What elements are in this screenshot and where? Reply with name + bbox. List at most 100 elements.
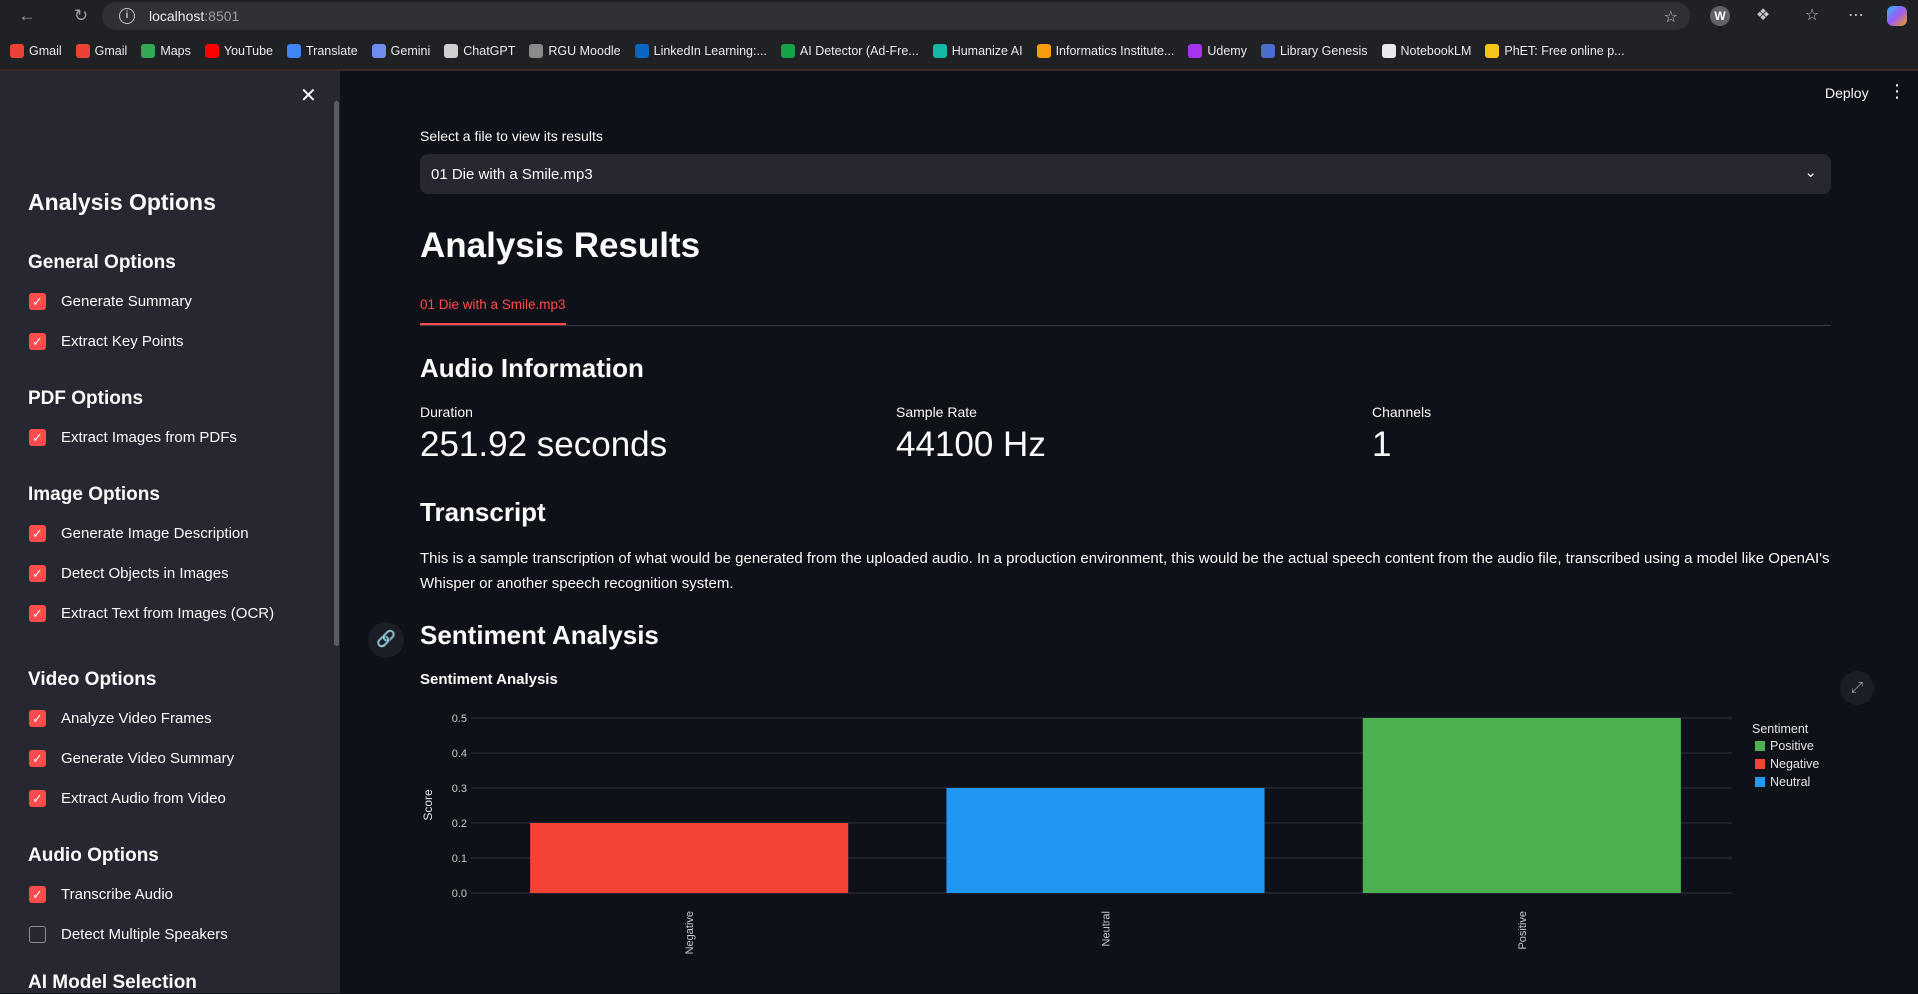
bookmark-favicon-icon — [932, 43, 947, 58]
checkbox-checked-icon[interactable]: ✓ — [29, 605, 46, 622]
bookmark-item[interactable]: Humanize AI — [932, 43, 1023, 58]
back-arrow-icon[interactable]: ← — [10, 0, 44, 32]
extensions-icon[interactable]: ❖ — [1753, 6, 1773, 26]
checkbox-unchecked-icon[interactable] — [29, 926, 46, 943]
bookmark-item[interactable]: Gmail — [75, 43, 127, 58]
bookmark-item[interactable]: Translate — [287, 43, 358, 58]
checkbox-checked-icon[interactable]: ✓ — [29, 886, 46, 903]
sidebar-section-heading: Audio Options — [28, 845, 159, 866]
checkbox-label: Detect Objects in Images — [61, 565, 229, 582]
bookmark-label: Translate — [306, 43, 358, 58]
y-tick-label: 0.3 — [452, 783, 467, 795]
checkbox-label: Transcribe Audio — [61, 886, 174, 903]
bookmark-item[interactable]: Library Genesis — [1260, 43, 1368, 58]
checkbox-checked-icon[interactable]: ✓ — [29, 710, 46, 727]
copilot-icon[interactable] — [1887, 6, 1907, 26]
y-tick-label: 0.4 — [452, 748, 467, 760]
bookmark-label: Informatics Institute... — [1055, 43, 1175, 58]
favorites-icon[interactable]: ☆ — [1802, 6, 1822, 26]
browser-toolbar: ← ↻ i localhost:8501 ☆ W ❖ ☆ ⋯ — [0, 0, 1918, 32]
bookmark-item[interactable]: Udemy — [1188, 43, 1247, 58]
reload-icon[interactable]: ↻ — [64, 0, 98, 32]
checkbox-checked-icon[interactable]: ✓ — [29, 525, 46, 542]
site-info-icon[interactable]: i — [119, 8, 135, 24]
bookmark-favicon-icon — [1036, 43, 1051, 58]
sidebar-checkbox[interactable]: ✓ Extract Key Points — [29, 333, 184, 350]
sidebar-checkbox[interactable]: ✓ Extract Text from Images (OCR) — [29, 605, 274, 622]
bookmark-favicon-icon — [287, 43, 302, 58]
checkbox-checked-icon[interactable]: ✓ — [29, 750, 46, 767]
bookmark-favicon-icon — [141, 43, 156, 58]
sidebar-checkbox[interactable]: ✓ Extract Images from PDFs — [29, 429, 237, 446]
close-sidebar-icon[interactable]: ✕ — [300, 83, 317, 108]
bar-neutral — [946, 788, 1265, 893]
bookmark-star-icon[interactable]: ☆ — [1664, 7, 1678, 27]
bookmark-item[interactable]: Gemini — [371, 43, 431, 58]
bookmark-label: ChatGPT — [463, 43, 516, 58]
bookmark-favicon-icon — [634, 43, 649, 58]
legend-entry: Negative — [1770, 757, 1819, 771]
sidebar-checkbox[interactable]: ✓ Analyze Video Frames — [29, 710, 212, 727]
bookmark-item[interactable]: Maps — [141, 43, 191, 58]
bookmark-item[interactable]: LinkedIn Learning:... — [634, 43, 767, 58]
bookmark-item[interactable]: YouTube — [204, 43, 274, 58]
bookmark-favicon-icon — [1485, 43, 1500, 58]
bookmark-item[interactable]: Informatics Institute... — [1036, 43, 1175, 58]
main-content: Deploy ⋮ Select a file to view its resul… — [340, 71, 1918, 993]
bookmark-label: NotebookLM — [1400, 43, 1472, 58]
sidebar-checkbox[interactable]: ✓ Detect Objects in Images — [29, 565, 229, 582]
bookmark-favicon-icon — [10, 43, 24, 58]
bookmark-favicon-icon — [1381, 43, 1396, 58]
bookmark-item[interactable]: Gmail — [10, 43, 62, 58]
bookmark-label: PhET: Free online p... — [1504, 43, 1625, 58]
legend-swatch — [1755, 777, 1765, 787]
bookmark-favicon-icon — [529, 43, 544, 58]
sidebar-checkbox[interactable]: ✓ Generate Video Summary — [29, 750, 234, 767]
bar-positive — [1362, 718, 1681, 893]
legend-entry: Positive — [1770, 739, 1814, 753]
bookmark-favicon-icon — [444, 43, 459, 58]
bookmark-label: Library Genesis — [1279, 43, 1368, 58]
sidebar-checkbox[interactable]: Detect Multiple Speakers — [29, 926, 228, 943]
bookmarks-bar: Gmail Gmail Maps YouTube Translate Gemini Chat… — [0, 32, 1918, 71]
bookmark-label: YouTube — [223, 43, 274, 58]
legend-swatch — [1755, 741, 1765, 751]
checkbox-label: Extract Images from PDFs — [61, 429, 237, 446]
sidebar-checkbox[interactable]: ✓ Transcribe Audio — [29, 886, 173, 903]
sentiment-chart: 0.0 0.1 0.2 0.3 0.4 0.5 Score Negative Neutral Po… — [421, 713, 1819, 954]
sidebar: ✕ Analysis Options General Options ✓ Gener… — [0, 71, 340, 993]
checkbox-label: Generate Video Summary — [61, 750, 235, 767]
profile-w-icon[interactable]: W — [1710, 6, 1730, 26]
bookmark-label: Udemy — [1207, 43, 1247, 58]
sidebar-scrollbar[interactable] — [334, 101, 339, 646]
y-tick-label: 0.1 — [452, 853, 467, 865]
bookmark-favicon-icon — [204, 43, 219, 58]
sidebar-title: Analysis Options — [28, 189, 216, 215]
checkbox-checked-icon[interactable]: ✓ — [29, 293, 46, 310]
checkbox-checked-icon[interactable]: ✓ — [29, 429, 46, 446]
checkbox-checked-icon[interactable]: ✓ — [29, 790, 46, 807]
bookmark-label: Gmail — [29, 43, 62, 58]
bookmark-favicon-icon — [1188, 43, 1203, 58]
checkbox-label: Extract Text from Images (OCR) — [61, 605, 275, 622]
sidebar-checkbox[interactable]: ✓ Generate Summary — [29, 293, 192, 310]
checkbox-checked-icon[interactable]: ✓ — [29, 333, 46, 350]
bookmark-label: LinkedIn Learning:... — [653, 43, 767, 58]
sidebar-checkbox[interactable]: ✓ Generate Image Description — [29, 525, 249, 542]
bookmark-label: RGU Moodle — [548, 43, 621, 58]
bookmark-item[interactable]: PhET: Free online p... — [1485, 43, 1625, 58]
y-axis-label: Score — [421, 789, 435, 821]
more-menu-icon[interactable]: ⋯ — [1846, 6, 1866, 26]
checkbox-checked-icon[interactable]: ✓ — [29, 565, 46, 582]
address-bar[interactable]: i localhost:8501 ☆ — [102, 2, 1690, 30]
bookmark-item[interactable]: RGU Moodle — [529, 43, 621, 58]
sidebar-checkbox[interactable]: ✓ Extract Audio from Video — [29, 790, 226, 807]
checkbox-label: Generate Summary — [61, 293, 192, 310]
sidebar-section-heading: PDF Options — [28, 388, 144, 409]
checkbox-label: Detect Multiple Speakers — [61, 926, 228, 943]
legend-entry: Neutral — [1770, 775, 1810, 789]
bookmark-item[interactable]: NotebookLM — [1381, 43, 1472, 58]
bookmark-label: Gemini — [390, 43, 431, 58]
bookmark-item[interactable]: ChatGPT — [444, 43, 516, 58]
bookmark-item[interactable]: AI Detector (Ad-Fre... — [780, 43, 919, 58]
